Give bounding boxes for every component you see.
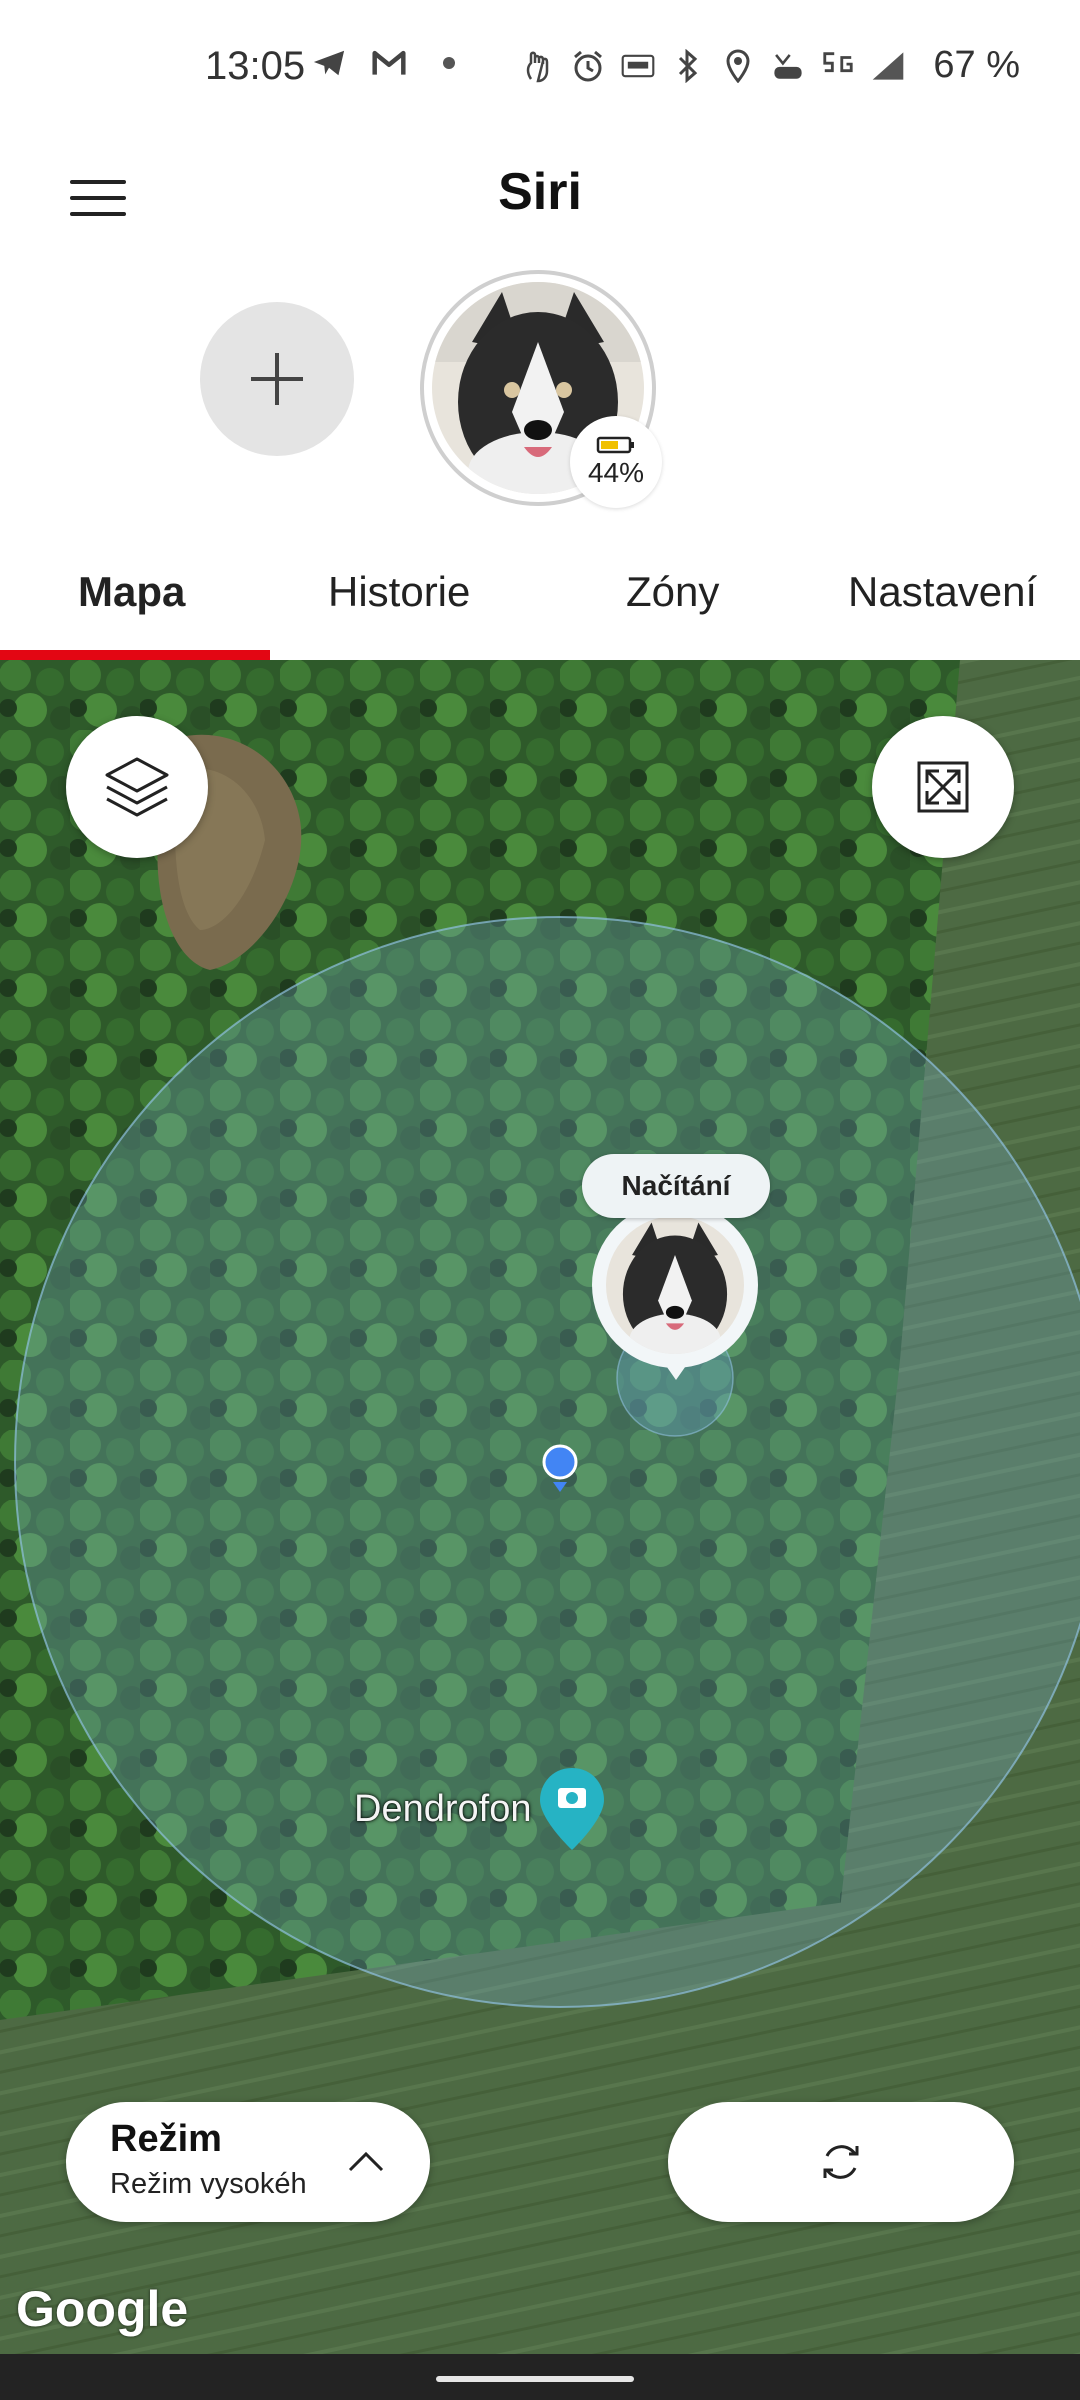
fullscreen-button[interactable] <box>872 716 1014 858</box>
expand-icon <box>917 761 969 813</box>
google-logo: Google <box>16 2281 189 2337</box>
map-view[interactable]: Načítání Dendrofon Google Režim Režim vy… <box>0 660 1080 2354</box>
tab-bar: Mapa Historie Zóny Nastavení <box>0 548 1080 660</box>
dot-icon <box>432 46 466 80</box>
battery-percent: 67 % <box>933 44 1020 86</box>
bluetooth-icon <box>671 48 705 83</box>
plus-icon <box>251 353 303 405</box>
pet-location-marker[interactable] <box>592 1202 758 1368</box>
mode-title: Režim <box>110 2118 222 2160</box>
add-pet-button[interactable] <box>200 302 354 456</box>
location-icon <box>721 49 755 83</box>
map-layers-button[interactable] <box>66 716 208 858</box>
status-bar: 13:05 67 % <box>0 0 1080 140</box>
system-icons: 67 % <box>521 44 1020 87</box>
5g-icon <box>821 49 855 83</box>
auto-hz-icon <box>621 49 655 83</box>
tab-nastaveni[interactable]: Nastavení <box>848 568 1037 616</box>
dog-photo-marker <box>606 1216 744 1354</box>
refresh-location-button[interactable] <box>668 2102 1014 2222</box>
satellite-map <box>0 660 1080 2354</box>
home-gesture-handle[interactable] <box>436 2376 634 2382</box>
volte-icon <box>771 49 805 83</box>
battery-icon <box>596 436 634 454</box>
pet-battery-badge: 44% <box>570 416 662 508</box>
system-nav-bar <box>0 2354 1080 2400</box>
poi-label[interactable]: Dendrofon <box>354 1788 531 1831</box>
app-header: Siri <box>0 140 1080 260</box>
signal-icon <box>871 49 905 83</box>
pet-marker-pointer <box>662 1360 690 1380</box>
status-time: 13:05 <box>205 44 306 88</box>
gmail-icon <box>372 46 406 80</box>
tab-zony[interactable]: Zóny <box>626 568 719 616</box>
loading-label: Načítání <box>582 1154 770 1218</box>
telegram-icon <box>312 46 346 80</box>
mode-subtitle: Režim vysokéh <box>110 2168 307 2200</box>
notification-icons <box>312 46 466 80</box>
mode-selector[interactable]: Režim Režim vysokéh <box>66 2102 430 2222</box>
active-tab-indicator <box>0 650 270 660</box>
chevron-up-icon <box>348 2151 384 2172</box>
pet-avatar[interactable]: 44% <box>420 270 662 508</box>
hand-icon <box>521 49 555 83</box>
layers-icon <box>105 757 169 817</box>
tab-mapa[interactable]: Mapa <box>78 568 185 616</box>
tab-historie[interactable]: Historie <box>328 568 470 616</box>
pet-battery-percent: 44% <box>587 457 645 488</box>
page-title: Siri <box>498 163 582 221</box>
alarm-icon <box>571 49 605 83</box>
refresh-icon <box>823 2145 859 2179</box>
